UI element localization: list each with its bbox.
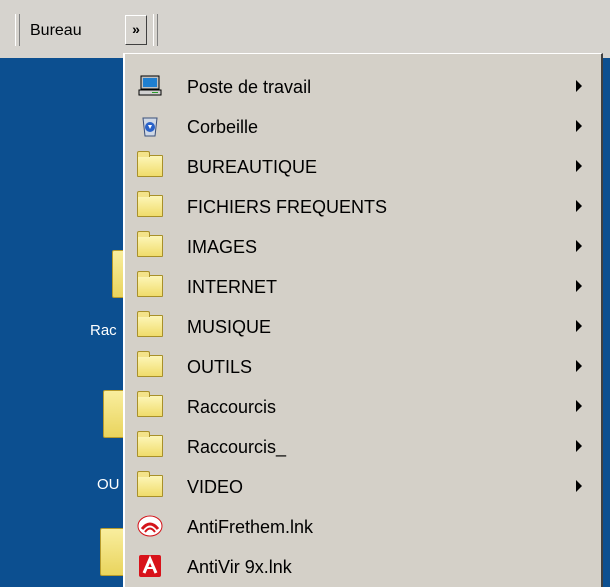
menu-item-label: Raccourcis: [187, 397, 277, 417]
folder-icon: [137, 311, 163, 337]
submenu-arrow-icon: [576, 200, 582, 212]
toolbar-label[interactable]: Bureau: [30, 22, 82, 40]
submenu-arrow-icon: [576, 80, 582, 92]
menu-item-bureautique[interactable]: BUREAUTIQUE: [125, 147, 601, 185]
menu-item-label: INTERNET: [187, 277, 277, 297]
menu-item-raccourcis[interactable]: Raccourcis: [125, 387, 601, 425]
toolbar-overflow-menu: Poste de travail Corbeille BUREAUTIQUE F…: [123, 53, 603, 587]
menu-item-outils[interactable]: OUTILS: [125, 347, 601, 385]
antivir-icon: [139, 555, 161, 577]
menu-item-internet[interactable]: INTERNET: [125, 267, 601, 305]
toolbar-grip[interactable]: [153, 14, 158, 46]
recycle-bin-icon: [142, 117, 158, 137]
folder-icon: [137, 351, 163, 377]
folder-icon: [137, 471, 163, 497]
menu-item-label: Raccourcis_: [187, 437, 287, 457]
menu-item-label: AntiFrethem.lnk: [187, 517, 314, 537]
folder-icon: [137, 271, 163, 297]
submenu-arrow-icon: [576, 440, 582, 452]
menu-item-images[interactable]: IMAGES: [125, 227, 601, 265]
menu-item-corbeille[interactable]: Corbeille: [125, 107, 601, 145]
submenu-arrow-icon: [576, 160, 582, 172]
menu-item-fichiers-frequents[interactable]: FICHIERS FREQUENTS: [125, 187, 601, 225]
menu-item-label: VIDEO: [187, 477, 244, 497]
submenu-arrow-icon: [576, 360, 582, 372]
toolbar-chevron-button[interactable]: »: [125, 15, 147, 45]
menu-item-video[interactable]: VIDEO: [125, 467, 601, 505]
submenu-arrow-icon: [576, 240, 582, 252]
folder-icon: [137, 151, 163, 177]
submenu-arrow-icon: [576, 120, 582, 132]
toolbar-grip[interactable]: [15, 14, 20, 46]
menu-item-label: OUTILS: [187, 357, 253, 377]
menu-item-raccourcis-underscore[interactable]: Raccourcis_: [125, 427, 601, 465]
menu-item-label: Poste de travail: [187, 77, 312, 97]
folder-icon: [137, 431, 163, 457]
menu-item-label: FICHIERS FREQUENTS: [187, 197, 388, 217]
menu-item-label: BUREAUTIQUE: [187, 157, 318, 177]
menu-item-label: Corbeille: [187, 117, 259, 137]
folder-icon: [137, 391, 163, 417]
menu-item-poste-de-travail[interactable]: Poste de travail: [125, 67, 601, 105]
menu-item-antifrethem[interactable]: AntiFrethem.lnk: [125, 507, 601, 545]
menu-item-label: AntiVir 9x.lnk: [187, 557, 292, 577]
submenu-arrow-icon: [576, 320, 582, 332]
submenu-arrow-icon: [576, 400, 582, 412]
submenu-arrow-icon: [576, 280, 582, 292]
menu-item-label: MUSIQUE: [187, 317, 272, 337]
submenu-arrow-icon: [576, 480, 582, 492]
folder-icon: [137, 191, 163, 217]
desktop-folder-label[interactable]: Rac: [90, 322, 117, 339]
folder-icon: [137, 231, 163, 257]
desktop-folder-label[interactable]: OU: [97, 476, 120, 493]
menu-item-musique[interactable]: MUSIQUE: [125, 307, 601, 345]
menu-item-label: IMAGES: [187, 237, 258, 257]
my-computer-icon: [138, 75, 162, 96]
taskbar: Bureau »: [0, 0, 610, 58]
antifrethem-icon: [137, 515, 163, 537]
menu-item-antivir[interactable]: AntiVir 9x.lnk: [125, 547, 601, 585]
